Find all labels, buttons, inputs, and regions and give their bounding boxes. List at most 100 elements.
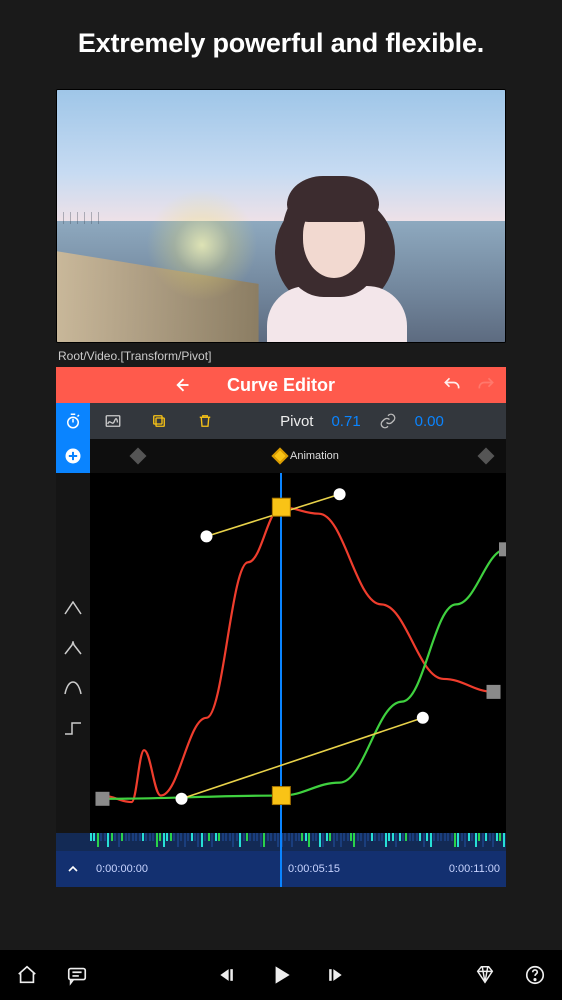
timeline-ticks[interactable] [56,833,506,851]
timeline-tick [329,833,331,841]
page-headline: Extremely powerful and flexible. [0,0,562,89]
help-icon[interactable] [522,962,548,988]
keyframe-diamond-current[interactable] [272,448,289,465]
timeline-tick [447,833,449,841]
timeline-tick [489,833,491,841]
timeline-tick [270,833,272,841]
timeline-tick [236,833,238,841]
keyframe-strip[interactable]: Animation [56,439,506,473]
bezier-handle-point[interactable] [417,712,429,724]
preset-step-icon[interactable] [64,721,82,735]
timeline-tick [187,833,189,841]
timeline-tick [347,833,349,841]
keyframe-gold[interactable] [272,787,290,805]
preset-spike-icon[interactable] [64,641,82,655]
timeline-tick [395,833,397,847]
property-value-primary[interactable]: 0.71 [331,413,360,430]
timeline-tick [451,833,453,841]
back-arrow-icon[interactable] [171,375,191,395]
timeline-tick [388,833,390,841]
timeline-tick [288,833,290,841]
timeline-tick [197,833,199,847]
timeline-tick [350,833,352,841]
timeline-tick [478,833,480,841]
copy-icon[interactable] [136,403,182,439]
timeline-tick [378,833,380,841]
timeline-tick [135,833,137,841]
timeline-tick [305,833,307,841]
timeline-tick [291,833,293,847]
timeline-tick [295,833,297,841]
keyframe-diamond-next[interactable] [478,448,495,465]
trash-icon[interactable] [182,403,228,439]
timeline-playhead[interactable] [280,833,282,851]
timeline-tick [152,833,154,841]
timeline-tick [256,833,258,841]
timeline-tick [253,833,255,841]
preset-bell-icon[interactable] [64,681,82,695]
timeline-tick [215,833,217,841]
timeline-tick [492,833,494,847]
timeline-tick [471,833,473,841]
diamond-premium-icon[interactable] [472,962,498,988]
timeline-tick [457,833,459,847]
step-back-icon[interactable] [214,962,240,988]
timeline-tick [496,833,498,841]
video-preview[interactable] [56,89,506,343]
add-keyframe-button[interactable] [56,439,90,473]
timeline-tick [260,833,262,847]
timeline-tick [194,833,196,841]
step-forward-icon[interactable] [322,962,348,988]
play-icon[interactable] [268,962,294,988]
timeline-tick [475,833,477,847]
timeline-tick [315,833,317,841]
timeline-tick [170,833,172,841]
stopwatch-button[interactable] [56,403,90,439]
timeline-tick [468,833,470,841]
timeline-bar-playhead[interactable] [280,851,282,887]
bezier-handle-point[interactable] [176,793,188,805]
timeline-tick [322,833,324,847]
timeline-tick [114,833,116,841]
timeline-tick [381,833,383,841]
bezier-handle-point[interactable] [200,530,212,542]
timeline-tick [180,833,182,841]
timeline-tick [399,833,401,841]
curve-red-curve[interactable] [102,507,493,802]
timeline-tick [326,833,328,841]
bezier-handle-line[interactable] [182,718,423,799]
timeline-tick [405,833,407,841]
curve-graph-area[interactable] [56,473,506,833]
bezier-handle-point[interactable] [334,488,346,500]
timeline-tick [360,833,362,841]
anchor-gray[interactable] [487,685,501,699]
curve-svg[interactable] [90,473,506,833]
redo-icon[interactable] [476,375,496,395]
timeline-tick [301,833,303,841]
home-icon[interactable] [14,962,40,988]
link-icon[interactable] [379,412,397,430]
timecode-end: 0:00:11:00 [449,863,500,875]
timeline-tick [173,833,175,841]
timeline-tick [426,833,428,841]
timeline-tick [243,833,245,841]
timeline-tick [485,833,487,841]
keyframe-gold[interactable] [272,498,290,516]
preset-triangle-icon[interactable] [64,601,82,615]
anchor-gray[interactable] [499,542,506,556]
property-value-secondary[interactable]: 0.00 [415,413,444,430]
expand-timeline-icon[interactable] [56,861,90,877]
timeline-bar[interactable]: 0:00:00:00 0:00:05:15 0:00:11:00 [56,851,506,887]
timeline-tick [93,833,95,841]
comment-icon[interactable] [64,962,90,988]
timeline-tick [371,833,373,841]
timeline-tick [433,833,435,841]
timeline-tick [374,833,376,841]
undo-icon[interactable] [442,375,462,395]
keyframe-diamond-prev[interactable] [130,448,147,465]
anchor-gray[interactable] [95,792,109,806]
timeline-tick [419,833,421,841]
curve-graph-icon[interactable] [90,403,136,439]
curve-green-curve[interactable] [102,549,506,798]
timeline-tick [211,833,213,847]
